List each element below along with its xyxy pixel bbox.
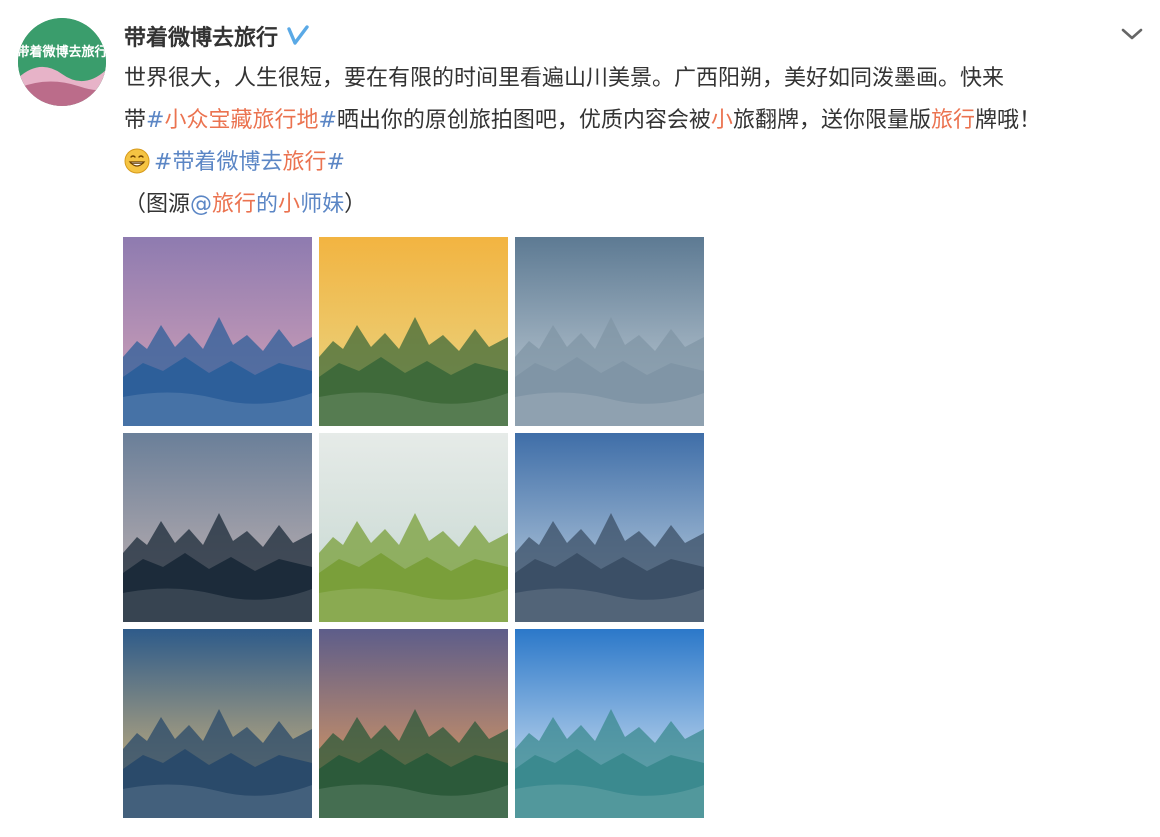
- photo-thumbnail-sunrise-valley-village[interactable]: [123, 629, 312, 818]
- photo-thumbnail-misty-canola-field[interactable]: [319, 433, 508, 622]
- post-header: 带着微博去旅行: [124, 20, 310, 52]
- keyword-travel: 旅行: [930, 108, 975, 133]
- photo-image: [123, 433, 312, 622]
- verified-badge-icon: [287, 25, 309, 45]
- mention-at[interactable]: @: [190, 192, 212, 217]
- post-text-line-1: 世界很大，人生很短，要在有限的时间里看遍山川美景。广西阳朔，美好如同泼墨画。快来: [124, 66, 1005, 91]
- topic-hash[interactable]: #: [326, 150, 344, 175]
- topic-link-hidden-gem[interactable]: 小众宝藏旅行地: [164, 108, 318, 133]
- post-text-line-2: 带#小众宝藏旅行地#晒出你的原创旅拍图吧，优质内容会被小旅翻牌，送你限量版旅行牌…: [124, 108, 1041, 133]
- topic-link-weibo-travel[interactable]: 带着微博去: [172, 150, 282, 175]
- mention-name-part[interactable]: 旅行: [212, 192, 256, 217]
- avatar-image: #带着微博去旅行#: [18, 18, 106, 106]
- avatar[interactable]: #带着微博去旅行#: [18, 18, 106, 106]
- photo-image: [319, 237, 508, 426]
- photo-thumbnail-blue-sky-li-river[interactable]: [515, 629, 704, 818]
- avatar-text: #带着微博去旅行#: [18, 44, 106, 60]
- keyword-small: 小: [710, 108, 733, 133]
- grinning-emoji-icon: [124, 148, 150, 174]
- mention-name-part[interactable]: 小: [278, 192, 300, 217]
- topic-hash[interactable]: #: [318, 108, 336, 133]
- post-text-line-4: （图源@旅行的小师妹）: [124, 192, 367, 217]
- mention-name-part[interactable]: 的: [256, 192, 278, 217]
- photo-thumbnail-cloud-sea-over-town[interactable]: [515, 237, 704, 426]
- photo-thumbnail-sunset-river-valley-aerial[interactable]: [319, 237, 508, 426]
- photo-image: [319, 629, 508, 818]
- post-text-line-3: #带着微博去旅行#: [124, 142, 1114, 184]
- photo-image: [319, 433, 508, 622]
- photo-thumbnail-river-bend-sunset[interactable]: [319, 629, 508, 818]
- photo-image: [515, 629, 704, 818]
- photo-grid: [123, 237, 704, 818]
- photo-image: [123, 629, 312, 818]
- photo-image: [515, 237, 704, 426]
- chevron-down-icon[interactable]: [1118, 22, 1146, 46]
- post-text: 世界很大，人生很短，要在有限的时间里看遍山川美景。广西阳朔，美好如同泼墨画。快来…: [124, 58, 1114, 226]
- topic-hash[interactable]: #: [154, 150, 172, 175]
- photo-thumbnail-blue-hour-rocky-shore[interactable]: [515, 433, 704, 622]
- photo-thumbnail-fisherman-lantern-lake[interactable]: [123, 433, 312, 622]
- photo-image: [515, 433, 704, 622]
- topic-hash[interactable]: #: [146, 108, 164, 133]
- keyword-travel[interactable]: 旅行: [282, 150, 326, 175]
- username[interactable]: 带着微博去旅行: [124, 20, 278, 52]
- mention-name-part[interactable]: 师妹: [300, 192, 344, 217]
- photo-image: [123, 237, 312, 426]
- photo-thumbnail-purple-dusk-karst-mountains[interactable]: [123, 237, 312, 426]
